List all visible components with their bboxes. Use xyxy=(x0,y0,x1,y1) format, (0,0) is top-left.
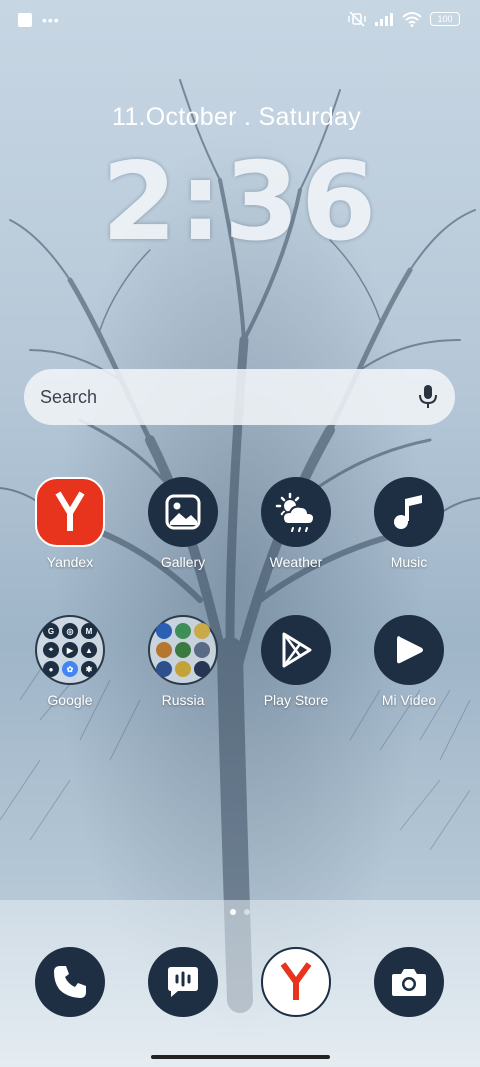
battery-icon: 100 xyxy=(430,12,460,26)
app-mini-icon xyxy=(194,661,210,677)
page-indicator xyxy=(0,909,480,915)
app-mini-icon xyxy=(175,642,191,658)
gmail-icon: M xyxy=(81,623,97,639)
app-label: Mi Video xyxy=(381,692,437,708)
app-yandex[interactable]: Yandex xyxy=(25,477,115,570)
more-dots-icon: ••• xyxy=(42,12,60,28)
camera-icon xyxy=(392,969,426,996)
app-label: Gallery xyxy=(160,554,206,570)
music-icon xyxy=(374,477,444,547)
dock-yandex[interactable] xyxy=(261,947,331,1017)
wifi-icon xyxy=(402,11,422,27)
drive-icon: ▲ xyxy=(81,642,97,658)
app-mini-icon xyxy=(156,661,172,677)
youtube-icon: ▶ xyxy=(62,642,78,658)
folder-google[interactable]: G ◎ M ⌖ ▶ ▲ ● ✿ ✱ Google xyxy=(25,615,115,708)
weather-icon xyxy=(261,477,331,547)
app-mi-video[interactable]: Mi Video xyxy=(364,615,454,708)
page-dot-1[interactable] xyxy=(230,909,236,915)
app-mini-icon xyxy=(156,642,172,658)
app-label: Yandex xyxy=(46,554,94,570)
page-dot-2[interactable] xyxy=(244,909,250,915)
search-bar[interactable]: Search xyxy=(24,369,455,425)
folder-icon: G ◎ M ⌖ ▶ ▲ ● ✿ ✱ xyxy=(35,615,105,685)
app-label: Music xyxy=(390,554,428,570)
battery-level: 100 xyxy=(437,14,453,24)
notification-square-icon xyxy=(18,13,32,27)
mi-video-icon xyxy=(374,615,444,685)
phone-icon xyxy=(54,966,86,998)
microphone-icon[interactable] xyxy=(417,384,439,410)
app-mini-icon xyxy=(156,623,172,639)
dock-messages[interactable] xyxy=(148,947,218,1017)
gallery-icon xyxy=(148,477,218,547)
maps-icon: ⌖ xyxy=(43,642,59,658)
app-gallery[interactable]: Gallery xyxy=(138,477,228,570)
dock-camera[interactable] xyxy=(374,947,444,1017)
yandex-browser-icon xyxy=(35,477,105,547)
chrome-icon: ◎ xyxy=(62,623,78,639)
yandex-icon xyxy=(280,962,312,1000)
play-movies-icon: ● xyxy=(43,661,59,677)
app-label: Weather xyxy=(269,554,323,570)
search-placeholder: Search xyxy=(40,386,98,407)
folder-russia[interactable]: Russia xyxy=(138,615,228,708)
assistant-icon: ✱ xyxy=(81,661,97,677)
app-weather[interactable]: Weather xyxy=(251,477,341,570)
home-indicator[interactable] xyxy=(151,1055,330,1059)
play-store-icon xyxy=(261,615,331,685)
messages-icon xyxy=(168,967,198,997)
app-mini-icon xyxy=(175,661,191,677)
app-play-store[interactable]: Play Store xyxy=(251,615,341,708)
app-mini-icon xyxy=(175,623,191,639)
photos-icon: ✿ xyxy=(62,661,78,677)
folder-icon xyxy=(148,615,218,685)
clock-time[interactable]: 2:36 xyxy=(0,140,480,265)
dock-phone[interactable] xyxy=(35,947,105,1017)
status-bar: ••• 100 xyxy=(0,0,480,42)
google-icon: G xyxy=(43,623,59,639)
app-mini-icon xyxy=(194,642,210,658)
app-label: Google xyxy=(47,692,93,708)
app-label: Russia xyxy=(161,692,205,708)
vibrate-off-icon xyxy=(348,11,366,27)
app-label: Play Store xyxy=(263,692,329,708)
date-label: 11.October . Saturday xyxy=(111,103,362,131)
signal-icon xyxy=(375,13,393,26)
app-music[interactable]: Music xyxy=(364,477,454,570)
app-mini-icon xyxy=(194,623,210,639)
